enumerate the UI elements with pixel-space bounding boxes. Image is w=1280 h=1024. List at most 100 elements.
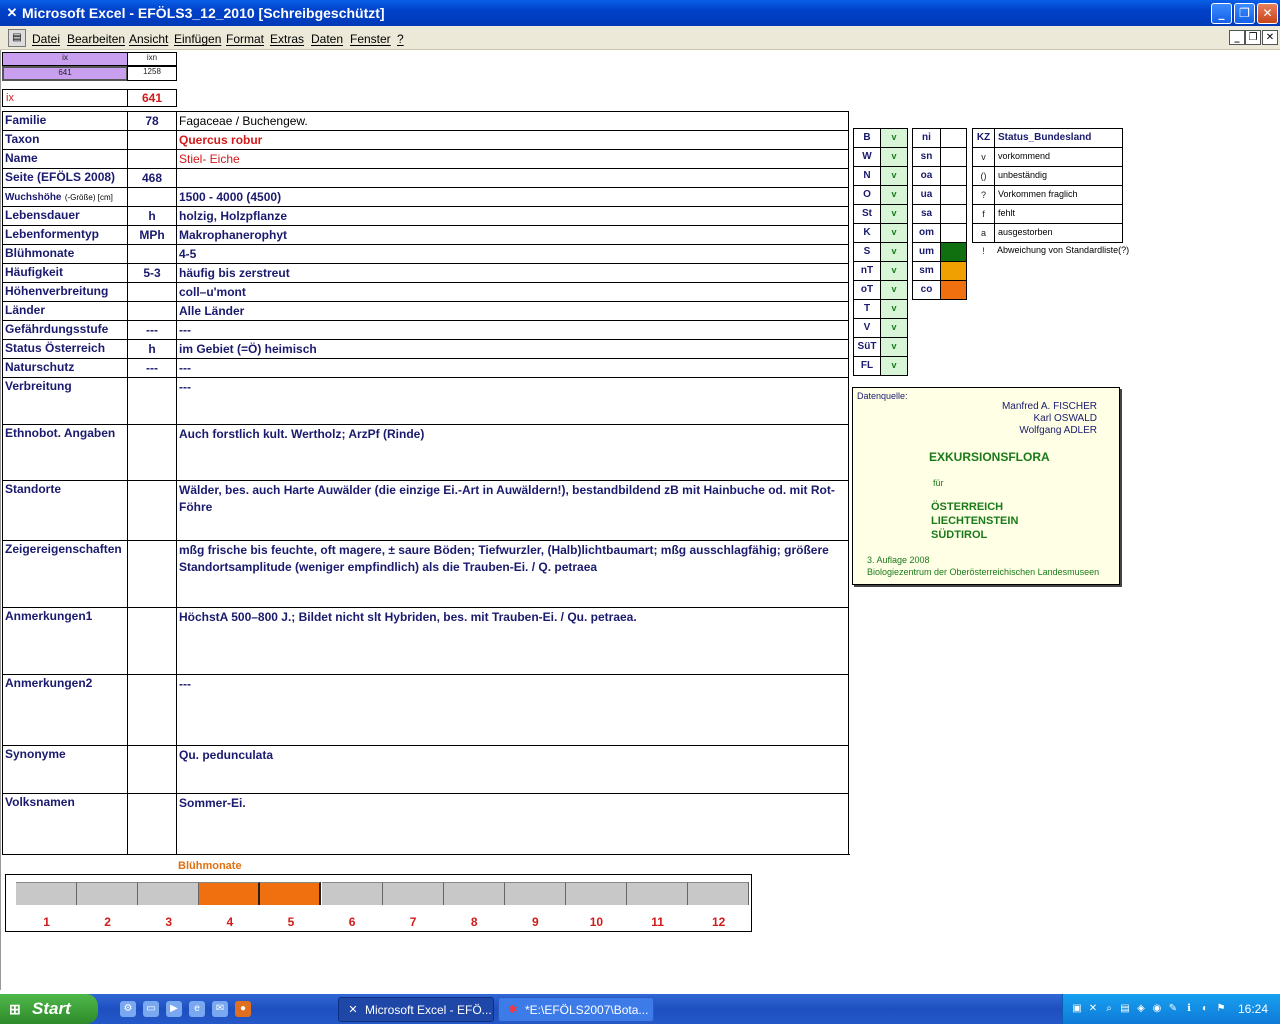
row-label-cell[interactable]: Status Österreich (2, 339, 128, 359)
row-value-cell[interactable]: Stiel- Eiche (176, 149, 849, 169)
bundesland-status[interactable]: v (880, 356, 908, 376)
menu-format[interactable]: Format (226, 32, 264, 46)
ix-value-cell[interactable]: 641 (2, 66, 128, 81)
window-titlebar[interactable]: ✕ Microsoft Excel - EFÖLS3_12_2010 [Schr… (0, 0, 1280, 26)
menu-einfuegen[interactable]: Einfügen (174, 32, 221, 46)
row-value-cell[interactable]: Makrophanerophyt (176, 225, 849, 245)
bundesland-status[interactable]: v (880, 242, 908, 262)
row-code-cell[interactable]: 5-3 (127, 263, 177, 283)
row-value-cell[interactable]: coll–u'mont (176, 282, 849, 302)
bundesland-code[interactable]: B (853, 128, 881, 148)
row-code-cell[interactable] (127, 187, 177, 207)
doc-restore-button[interactable]: ❐ (1245, 30, 1261, 45)
info-icon[interactable]: ℹ (1183, 1002, 1195, 1015)
quicklaunch-desktop-icon[interactable]: ▭ (143, 1001, 159, 1017)
ix-label-cell[interactable]: ix (2, 89, 128, 107)
row-label-cell[interactable]: Volksnamen (2, 793, 128, 855)
task-excel[interactable]: ✕ Microsoft Excel - EFÖ... (338, 997, 494, 1022)
altitude-color-cell[interactable] (940, 128, 967, 148)
row-label-cell[interactable]: Gefährdungsstufe (2, 320, 128, 340)
display-icon[interactable]: ▤ (1119, 1002, 1131, 1015)
row-code-cell[interactable] (127, 793, 177, 855)
row-label-cell[interactable]: Zeigereigenschaften (2, 540, 128, 608)
bundesland-code[interactable]: FL (853, 356, 881, 376)
row-value-cell[interactable]: Quercus robur (176, 130, 849, 150)
quicklaunch-firefox-icon[interactable]: ● (235, 1001, 251, 1017)
altitude-color-cell[interactable] (940, 223, 967, 243)
row-code-cell[interactable]: h (127, 339, 177, 359)
altitude-code[interactable]: oa (912, 166, 941, 186)
row-label-cell[interactable]: Naturschutz (2, 358, 128, 378)
bundesland-code[interactable]: W (853, 147, 881, 167)
row-value-cell[interactable]: Sommer-Ei. (176, 793, 849, 855)
row-code-cell[interactable] (127, 282, 177, 302)
row-value-cell[interactable]: --- (176, 377, 849, 425)
row-code-cell[interactable] (127, 480, 177, 541)
row-label-cell[interactable]: Blühmonate (2, 244, 128, 264)
row-label-cell[interactable]: Lebensdauer (2, 206, 128, 226)
bundesland-code[interactable]: V (853, 318, 881, 338)
menu-extras[interactable]: Extras (270, 32, 304, 46)
row-code-cell[interactable] (127, 745, 177, 794)
altitude-code[interactable]: co (912, 280, 941, 300)
row-label-cell[interactable]: Höhenverbreitung (2, 282, 128, 302)
menu-help[interactable]: ? (397, 32, 404, 46)
row-label-cell[interactable]: Anmerkungen1 (2, 607, 128, 675)
bundesland-code[interactable]: oT (853, 280, 881, 300)
row-code-cell[interactable] (127, 301, 177, 321)
menu-daten[interactable]: Daten (311, 32, 343, 46)
row-value-cell[interactable]: Auch forstlich kult. Wertholz; ArzPf (Ri… (176, 424, 849, 481)
row-code-cell[interactable]: --- (127, 320, 177, 340)
altitude-color-cell[interactable] (940, 166, 967, 186)
doc-minimize-button[interactable]: _ (1229, 30, 1245, 45)
altitude-code[interactable]: sa (912, 204, 941, 224)
bundesland-status[interactable]: v (880, 204, 908, 224)
bundesland-status[interactable]: v (880, 128, 908, 148)
quicklaunch-ie-icon[interactable]: e (189, 1001, 205, 1017)
altitude-code[interactable]: sm (912, 261, 941, 281)
row-code-cell[interactable]: --- (127, 358, 177, 378)
quicklaunch-media-icon[interactable]: ▶ (166, 1001, 182, 1017)
altitude-code[interactable]: um (912, 242, 941, 262)
bundesland-code[interactable]: S (853, 242, 881, 262)
row-label-cell[interactable]: Ethnobot. Angaben (2, 424, 128, 481)
row-label-cell[interactable]: Synonyme (2, 745, 128, 794)
altitude-color-cell[interactable] (940, 147, 967, 167)
row-label-cell[interactable]: Taxon (2, 130, 128, 150)
row-value-cell[interactable]: Alle Länder (176, 301, 849, 321)
menu-bearbeiten[interactable]: Bearbeiten (67, 32, 125, 46)
row-value-cell[interactable]: --- (176, 674, 849, 746)
flag-icon[interactable]: ⚑ (1215, 1002, 1227, 1015)
row-code-cell[interactable] (127, 149, 177, 169)
row-value-cell[interactable]: --- (176, 358, 849, 378)
altitude-color-cell[interactable] (940, 261, 967, 281)
row-value-cell[interactable]: Wälder, bes. auch Harte Auwälder (die ei… (176, 480, 849, 541)
bundesland-code[interactable]: SüT (853, 337, 881, 357)
network-icon[interactable]: ▣ (1071, 1002, 1083, 1015)
altitude-color-cell[interactable] (940, 242, 967, 262)
row-label-cell[interactable]: Standorte (2, 480, 128, 541)
row-code-cell[interactable]: 78 (127, 111, 177, 131)
bundesland-code[interactable]: T (853, 299, 881, 319)
menu-ansicht[interactable]: Ansicht (129, 32, 168, 46)
close-button[interactable]: ✕ (1257, 3, 1278, 24)
bundesland-status[interactable]: v (880, 337, 908, 357)
row-value-cell[interactable]: HöchstA 500–800 J.; Bildet nicht slt Hyb… (176, 607, 849, 675)
quicklaunch-settings-icon[interactable]: ⚙ (120, 1001, 136, 1017)
row-value-cell[interactable]: 4-5 (176, 244, 849, 264)
row-value-cell[interactable]: mßg frische bis feuchte, oft magere, ± s… (176, 540, 849, 608)
start-button[interactable]: ⊞ Start (0, 994, 98, 1024)
bundesland-status[interactable]: v (880, 299, 908, 319)
menu-datei[interactable]: Datei (32, 32, 60, 46)
row-code-cell[interactable] (127, 424, 177, 481)
row-code-cell[interactable] (127, 377, 177, 425)
bundesland-code[interactable]: K (853, 223, 881, 243)
task-editor[interactable]: ✱ *E:\EFÖLS2007\Bota... (498, 997, 654, 1022)
tool-icon[interactable]: ✎ (1167, 1002, 1179, 1015)
workbook-icon[interactable]: ▤ (8, 29, 26, 47)
row-code-cell[interactable] (127, 540, 177, 608)
bundesland-code[interactable]: nT (853, 261, 881, 281)
altitude-color-cell[interactable] (940, 280, 967, 300)
security-alert-icon[interactable]: ✕ (1087, 1002, 1099, 1015)
row-value-cell[interactable]: im Gebiet (=Ö) heimisch (176, 339, 849, 359)
